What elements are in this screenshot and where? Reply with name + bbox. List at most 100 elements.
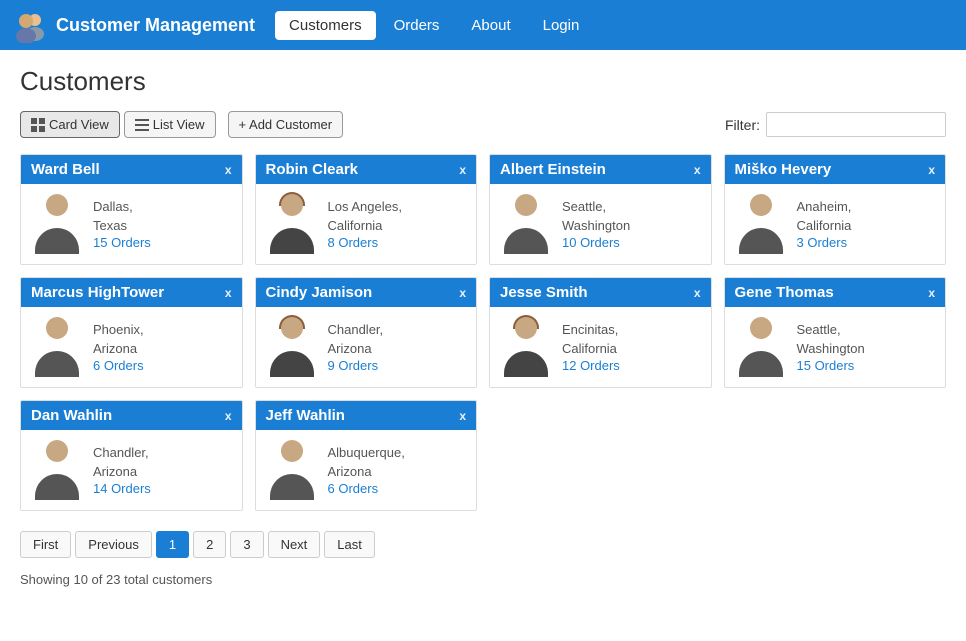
avatar — [31, 317, 83, 377]
customer-name: Gene Thomas — [735, 284, 834, 301]
brand-icon — [12, 7, 48, 43]
customer-info: Albuquerque,Arizona 6 Orders — [328, 444, 467, 495]
nav-about[interactable]: About — [457, 11, 524, 40]
nav-orders[interactable]: Orders — [380, 11, 454, 40]
card-header: Dan Wahlin x — [21, 401, 242, 430]
status-text: Showing 10 of 23 total customers — [20, 572, 946, 587]
page-3-button[interactable]: 3 — [230, 531, 263, 558]
add-customer-button[interactable]: + Add Customer — [228, 111, 344, 138]
customer-card: Gene Thomas x Seattle,Washington 15 Orde… — [724, 277, 947, 388]
customer-info: Dallas,Texas 15 Orders — [93, 198, 232, 249]
customer-info: Chandler,Arizona 9 Orders — [328, 321, 467, 372]
avatar — [31, 194, 83, 254]
close-icon[interactable]: x — [928, 286, 935, 300]
customer-info: Los Angeles,California 8 Orders — [328, 198, 467, 249]
card-header: Albert Einstein x — [490, 155, 711, 184]
customer-name: Albert Einstein — [500, 161, 606, 178]
card-view-button[interactable]: Card View — [20, 111, 120, 138]
avatar — [500, 317, 552, 377]
card-body: Chandler,Arizona 14 Orders — [21, 430, 242, 510]
first-page-button[interactable]: First — [20, 531, 71, 558]
customer-orders[interactable]: 12 Orders — [562, 358, 701, 373]
avatar — [266, 194, 318, 254]
nav-links: Customers Orders About Login — [275, 11, 593, 40]
prev-page-button[interactable]: Previous — [75, 531, 152, 558]
card-body: Dallas,Texas 15 Orders — [21, 184, 242, 264]
customer-card: Robin Cleark x Los Angeles,California 8 … — [255, 154, 478, 265]
customer-orders[interactable]: 14 Orders — [93, 481, 232, 496]
close-icon[interactable]: x — [225, 163, 232, 177]
next-page-button[interactable]: Next — [268, 531, 321, 558]
filter-input[interactable] — [766, 112, 946, 137]
avatar — [31, 440, 83, 500]
filter-section: Filter: — [725, 112, 946, 137]
card-header: Ward Bell x — [21, 155, 242, 184]
close-icon[interactable]: x — [225, 286, 232, 300]
customer-info: Anaheim,California 3 Orders — [797, 198, 936, 249]
page-2-button[interactable]: 2 — [193, 531, 226, 558]
customer-orders[interactable]: 6 Orders — [93, 358, 232, 373]
customer-orders[interactable]: 6 Orders — [328, 481, 467, 496]
last-page-button[interactable]: Last — [324, 531, 375, 558]
customer-location: Anaheim,California — [797, 198, 936, 234]
customer-location: Seattle,Washington — [562, 198, 701, 234]
close-icon[interactable]: x — [459, 409, 466, 423]
page-title: Customers — [20, 66, 946, 97]
customer-card: Albert Einstein x Seattle,Washington 10 … — [489, 154, 712, 265]
customer-location: Dallas,Texas — [93, 198, 232, 234]
customer-orders[interactable]: 3 Orders — [797, 235, 936, 250]
page-1-button[interactable]: 1 — [156, 531, 189, 558]
card-header: Jeff Wahlin x — [256, 401, 477, 430]
customer-orders[interactable]: 15 Orders — [93, 235, 232, 250]
customer-location: Chandler,Arizona — [93, 444, 232, 480]
customer-location: Albuquerque,Arizona — [328, 444, 467, 480]
nav-customers[interactable]: Customers — [275, 11, 376, 40]
app-title: Customer Management — [56, 15, 255, 36]
card-header: Miško Hevery x — [725, 155, 946, 184]
close-icon[interactable]: x — [928, 163, 935, 177]
nav-login[interactable]: Login — [529, 11, 594, 40]
customer-card: Ward Bell x Dallas,Texas 15 Orders — [20, 154, 243, 265]
toolbar: Card View List View + Add Customer Filte… — [20, 111, 946, 138]
customer-orders[interactable]: 9 Orders — [328, 358, 467, 373]
customer-location: Seattle,Washington — [797, 321, 936, 357]
customer-orders[interactable]: 8 Orders — [328, 235, 467, 250]
customer-orders[interactable]: 15 Orders — [797, 358, 936, 373]
card-body: Encinitas,California 12 Orders — [490, 307, 711, 387]
close-icon[interactable]: x — [459, 286, 466, 300]
customer-info: Seattle,Washington 10 Orders — [562, 198, 701, 249]
grid-icon — [31, 118, 45, 132]
customer-orders[interactable]: 10 Orders — [562, 235, 701, 250]
card-header: Robin Cleark x — [256, 155, 477, 184]
customer-name: Marcus HighTower — [31, 284, 164, 301]
close-icon[interactable]: x — [459, 163, 466, 177]
avatar — [735, 317, 787, 377]
card-body: Albuquerque,Arizona 6 Orders — [256, 430, 477, 510]
customer-info: Chandler,Arizona 14 Orders — [93, 444, 232, 495]
customer-name: Jesse Smith — [500, 284, 588, 301]
customer-name: Dan Wahlin — [31, 407, 112, 424]
list-view-button[interactable]: List View — [124, 111, 216, 138]
card-body: Seattle,Washington 10 Orders — [490, 184, 711, 264]
brand: Customer Management — [12, 7, 255, 43]
close-icon[interactable]: x — [694, 163, 701, 177]
customer-name: Jeff Wahlin — [266, 407, 345, 424]
page-content: Customers Card View List View + Add Cust… — [0, 50, 966, 603]
card-body: Phoenix,Arizona 6 Orders — [21, 307, 242, 387]
customer-card: Miško Hevery x Anaheim,California 3 Orde… — [724, 154, 947, 265]
card-header: Marcus HighTower x — [21, 278, 242, 307]
customer-name: Robin Cleark — [266, 161, 359, 178]
cards-grid: Ward Bell x Dallas,Texas 15 Orders — [20, 154, 946, 511]
close-icon[interactable]: x — [225, 409, 232, 423]
card-body: Seattle,Washington 15 Orders — [725, 307, 946, 387]
card-body: Chandler,Arizona 9 Orders — [256, 307, 477, 387]
customer-name: Miško Hevery — [735, 161, 832, 178]
customer-card: Cindy Jamison x Chandler,Arizona 9 Order… — [255, 277, 478, 388]
card-header: Jesse Smith x — [490, 278, 711, 307]
avatar — [266, 440, 318, 500]
customer-location: Phoenix,Arizona — [93, 321, 232, 357]
close-icon[interactable]: x — [694, 286, 701, 300]
customer-info: Seattle,Washington 15 Orders — [797, 321, 936, 372]
card-header: Gene Thomas x — [725, 278, 946, 307]
avatar — [500, 194, 552, 254]
